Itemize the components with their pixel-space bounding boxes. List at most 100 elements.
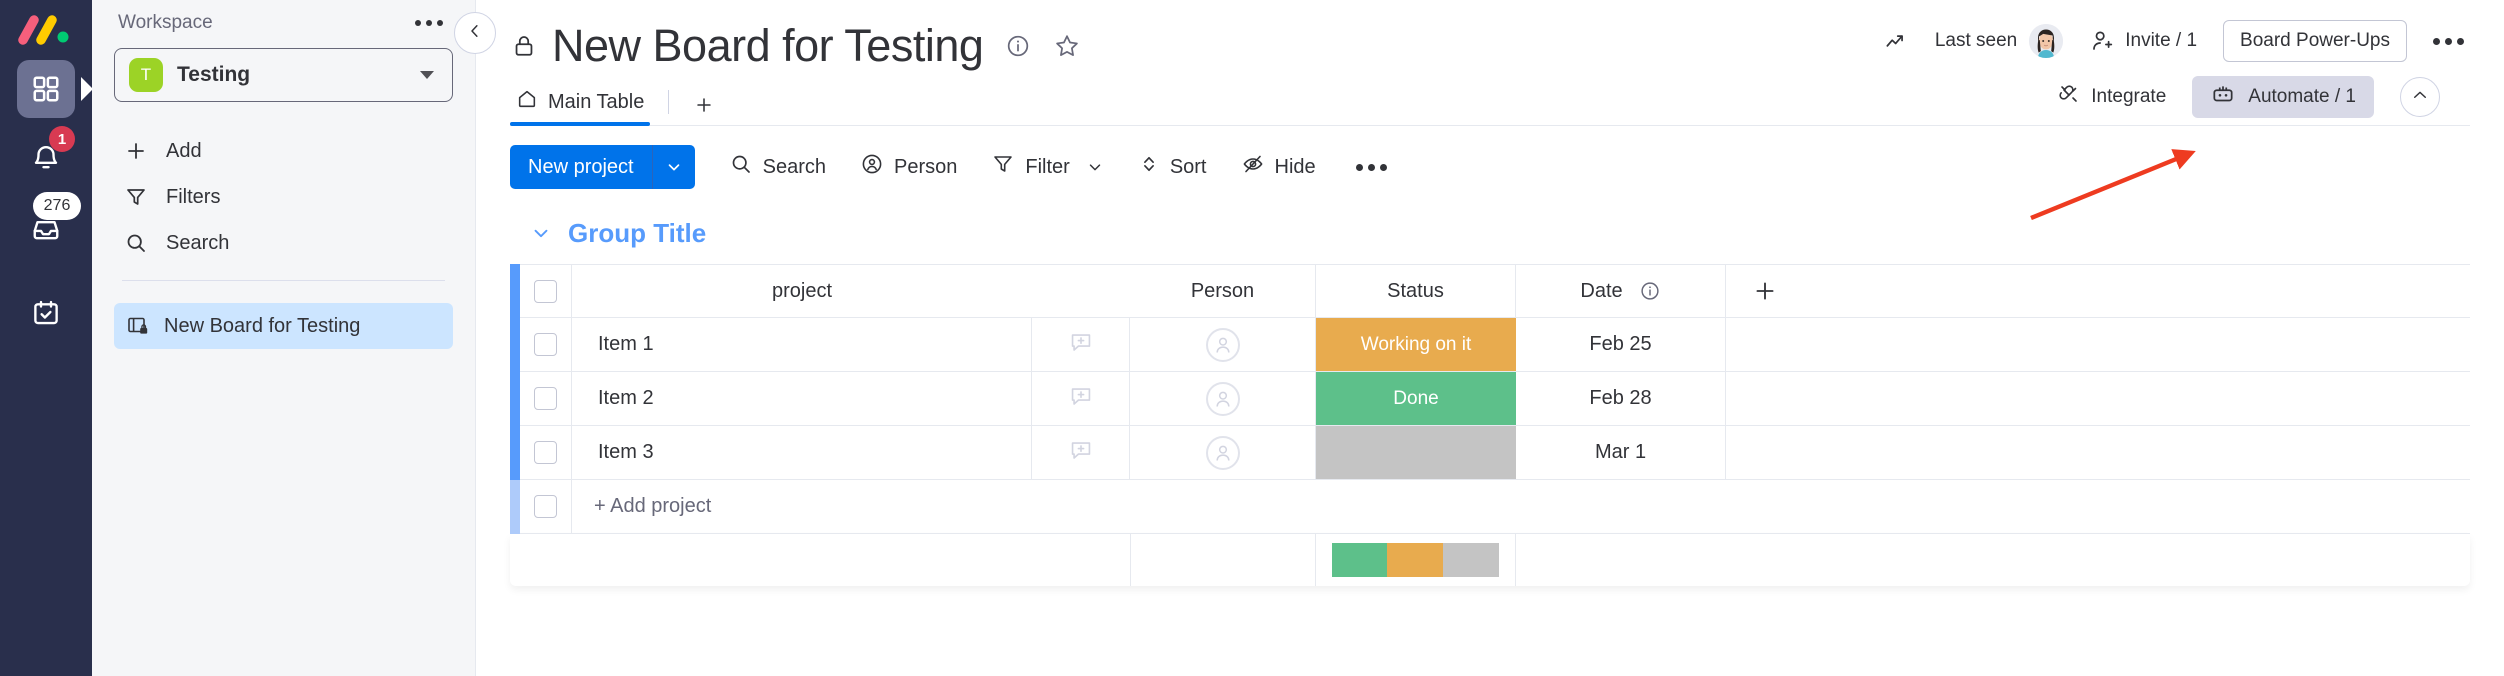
workspace-more-button[interactable] xyxy=(409,14,449,32)
cell-project[interactable]: Item 2 xyxy=(572,372,1032,426)
integrate-label: Integrate xyxy=(2091,86,2166,108)
toolbar-more-button[interactable] xyxy=(1352,156,1391,179)
board-main-area: New Board for Testing xyxy=(476,0,2504,676)
row-checkbox-cell[interactable] xyxy=(520,372,572,426)
board-more-button[interactable] xyxy=(2423,28,2474,55)
chat-add-icon xyxy=(1068,329,1094,360)
table-row[interactable]: Item 2 Done Feb 28 xyxy=(510,372,2470,426)
group-title[interactable]: Group Title xyxy=(568,218,706,249)
info-icon[interactable] xyxy=(1005,33,1031,59)
monday-logo[interactable] xyxy=(18,14,74,48)
workspace-avatar: T xyxy=(129,58,163,92)
table-row[interactable]: Item 3 Mar 1 xyxy=(510,426,2470,480)
cell-chat[interactable] xyxy=(1032,318,1130,372)
new-project-button[interactable]: New project xyxy=(510,145,695,189)
board-group: Group Title project Person Status Date xyxy=(476,212,2504,586)
cell-project[interactable]: Item 1 xyxy=(572,318,1032,372)
summary-right-filler xyxy=(1516,534,2470,586)
row-checkbox[interactable] xyxy=(534,387,557,410)
group-color-bar xyxy=(510,426,520,480)
cell-date[interactable]: Mar 1 xyxy=(1516,426,1726,480)
row-checkbox[interactable] xyxy=(534,441,557,464)
star-icon[interactable] xyxy=(1053,32,1081,60)
eye-off-icon xyxy=(1241,152,1265,182)
page-title[interactable]: New Board for Testing xyxy=(552,20,983,72)
add-column-button[interactable] xyxy=(1726,264,1846,318)
new-project-caret-icon[interactable] xyxy=(653,145,695,189)
sidebar-item-filters[interactable]: Filters xyxy=(114,174,453,220)
automate-button[interactable]: Automate / 1 xyxy=(2192,76,2374,118)
add-view-button[interactable] xyxy=(687,94,721,126)
add-row-checkbox-cell[interactable] xyxy=(520,480,572,534)
integrate-button[interactable]: Integrate xyxy=(2047,74,2176,120)
row-checkbox[interactable] xyxy=(534,333,557,356)
board-views-tabs: Main Table In xyxy=(510,78,2470,126)
chevron-left-icon xyxy=(466,22,484,45)
sidebar-item-add-label: Add xyxy=(166,140,202,163)
tabs-right-actions: Integrate Automate / 1 xyxy=(2047,74,2440,120)
toolbar-sort-button[interactable]: Sort xyxy=(1138,153,1207,181)
board-table: project Person Status Date xyxy=(510,264,2470,586)
notifications-badge: 1 xyxy=(49,126,75,152)
sidebar-item-my-work[interactable] xyxy=(17,284,75,342)
cell-person[interactable] xyxy=(1130,318,1316,372)
column-header-date[interactable]: Date xyxy=(1516,264,1726,318)
add-project-label[interactable]: + Add project xyxy=(572,480,1032,534)
toolbar-hide-button[interactable]: Hide xyxy=(1241,152,1316,182)
column-header-status[interactable]: Status xyxy=(1316,264,1516,318)
add-row-date-cell xyxy=(1516,480,1726,534)
row-checkbox-cell[interactable] xyxy=(520,318,572,372)
add-project-row[interactable]: + Add project xyxy=(510,480,2470,534)
my-work-calendar-icon xyxy=(31,298,61,328)
cell-status[interactable] xyxy=(1316,426,1516,480)
workspace-selector[interactable]: T Testing xyxy=(114,48,453,102)
sidebar-item-new-board-for-testing[interactable]: New Board for Testing xyxy=(114,303,453,349)
column-header-date-label: Date xyxy=(1580,280,1622,303)
cell-project[interactable]: Item 3 xyxy=(572,426,1032,480)
activity-graph-icon[interactable] xyxy=(1883,28,1909,54)
sidebar-item-inbox[interactable]: 276 xyxy=(17,200,75,258)
board-power-ups-button[interactable]: Board Power-Ups xyxy=(2223,20,2407,62)
select-all-checkbox[interactable] xyxy=(534,280,557,303)
sidebar-item-add[interactable]: Add xyxy=(114,128,453,174)
sidebar-nav-list: Add Filters Search xyxy=(114,128,453,266)
status-distribution-bar xyxy=(1332,543,1500,577)
group-color-bar xyxy=(510,372,520,426)
workspaces-icon xyxy=(31,74,61,104)
toolbar-person-button[interactable]: Person xyxy=(860,152,957,182)
add-row-checkbox[interactable] xyxy=(534,495,557,518)
sidebar-item-workspaces[interactable] xyxy=(17,60,75,118)
info-icon[interactable] xyxy=(1639,280,1661,302)
cell-person[interactable] xyxy=(1130,372,1316,426)
toolbar-filter-button[interactable]: Filter xyxy=(991,152,1103,182)
cell-date[interactable]: Feb 25 xyxy=(1516,318,1726,372)
sidebar-collapse-button[interactable] xyxy=(454,12,496,54)
cell-status[interactable]: Done xyxy=(1316,372,1516,426)
cell-status[interactable]: Working on it xyxy=(1316,318,1516,372)
search-icon xyxy=(729,152,753,182)
sidebar-item-notifications[interactable]: 1 xyxy=(17,130,75,188)
column-header-person[interactable]: Person xyxy=(1130,264,1316,318)
summary-status-cell[interactable] xyxy=(1316,534,1516,586)
column-header-project[interactable]: project xyxy=(572,264,1032,318)
cell-chat[interactable] xyxy=(1032,426,1130,480)
cell-chat[interactable] xyxy=(1032,372,1130,426)
home-icon xyxy=(516,88,538,116)
invite-button[interactable]: Invite / 1 xyxy=(2089,28,2197,54)
user-avatar[interactable] xyxy=(2029,24,2063,58)
chevron-down-icon[interactable] xyxy=(1086,158,1104,176)
sidebar-item-search[interactable]: Search xyxy=(114,220,453,266)
cell-date[interactable]: Feb 28 xyxy=(1516,372,1726,426)
cell-person[interactable] xyxy=(1130,426,1316,480)
tab-main-table[interactable]: Main Table xyxy=(510,88,650,126)
last-seen-group[interactable]: Last seen xyxy=(1935,24,2063,58)
workspace-sidebar: Workspace T Testing Add Filters xyxy=(92,0,476,676)
global-left-rail: 1 276 xyxy=(0,0,92,676)
row-checkbox-cell[interactable] xyxy=(520,426,572,480)
toolbar-search-button[interactable]: Search xyxy=(729,152,826,182)
board-header: New Board for Testing xyxy=(476,0,2504,126)
collapse-header-button[interactable] xyxy=(2400,77,2440,117)
table-row[interactable]: Item 1 Working on it F xyxy=(510,318,2470,372)
select-all-checkbox-cell[interactable] xyxy=(520,264,572,318)
group-collapse-chevron-down-icon[interactable] xyxy=(530,222,552,244)
